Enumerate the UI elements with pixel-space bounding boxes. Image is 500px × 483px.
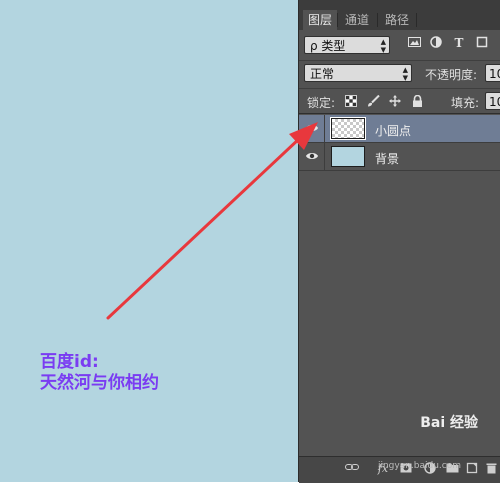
layer-name[interactable]: 小圆点 xyxy=(375,122,411,139)
layers-list[interactable]: 小圆点 背景 xyxy=(299,113,500,457)
link-layers-icon[interactable] xyxy=(345,462,359,476)
filter-kind-value: ρ 类型 xyxy=(310,39,346,53)
blend-mode-value: 正常 xyxy=(310,67,335,81)
adjustment-filter-icon[interactable] xyxy=(429,36,443,52)
layers-bottom-bar: fx jingyan.baidu.com xyxy=(299,456,500,483)
document-canvas[interactable]: 百度id: 天然河与你相约 xyxy=(0,0,298,482)
layers-panel: 图层 通道 路径 ρ 类型 ▲▼ T 正常 ▲▼ 不透明度: 10 锁定 xyxy=(298,0,500,483)
opacity-input[interactable]: 10 xyxy=(485,64,500,82)
layer-thumbnail xyxy=(330,117,366,140)
layer-row-background[interactable]: 背景 xyxy=(299,143,500,171)
opacity-label: 不透明度: xyxy=(425,68,478,82)
tab-channels[interactable]: 通道 xyxy=(340,10,374,30)
delete-layer-trash-icon[interactable] xyxy=(484,462,498,476)
image-filter-icon[interactable] xyxy=(407,36,421,52)
lock-label: 锁定: xyxy=(307,96,336,110)
baidu-watermark-url: jingyan.baidu.com xyxy=(377,461,461,471)
select-arrows-icon: ▲ ▼ xyxy=(402,66,408,82)
tab-layers[interactable]: 图层 xyxy=(303,10,337,30)
eye-icon xyxy=(306,125,318,131)
annotation-line-1: 百度id: xyxy=(40,352,99,372)
layer-thumbnail xyxy=(331,146,365,167)
lock-all-padlock-icon[interactable] xyxy=(412,94,424,107)
lock-transparent-pixels-icon[interactable] xyxy=(345,95,357,107)
panel-tab-bar: 图层 通道 路径 xyxy=(299,0,500,30)
baidu-watermark: Bai 经验 xyxy=(420,415,478,431)
new-layer-icon[interactable] xyxy=(465,462,479,476)
lock-position-move-icon[interactable] xyxy=(389,95,401,107)
blend-mode-row: 正常 ▲▼ 不透明度: 10 xyxy=(299,60,500,87)
lock-image-pixels-brush-icon[interactable] xyxy=(367,94,380,107)
tab-paths[interactable]: 路径 xyxy=(380,10,414,30)
fill-label: 填充: xyxy=(451,96,480,110)
fill-input[interactable]: 10 xyxy=(485,92,500,110)
layer-name[interactable]: 背景 xyxy=(375,150,399,167)
type-filter-icon[interactable]: T xyxy=(452,36,466,52)
select-arrows-icon: ▲ ▼ xyxy=(380,38,386,54)
layer-row-dot[interactable]: 小圆点 xyxy=(299,115,500,143)
canvas-annotation: 百度id: 天然河与你相约 xyxy=(40,352,159,394)
shape-filter-icon[interactable] xyxy=(475,36,489,52)
lock-row: 锁定: 填充: 10 xyxy=(299,88,500,113)
filter-kind-select[interactable]: ρ 类型 ▲ ▼ xyxy=(304,36,390,54)
blend-mode-select[interactable]: 正常 ▲ ▼ xyxy=(304,64,412,82)
annotation-line-2: 天然河与你相约 xyxy=(40,373,159,393)
layer-filter-row: ρ 类型 ▲ ▼ T xyxy=(299,32,500,58)
layer-visibility-toggle[interactable] xyxy=(299,143,325,170)
eye-icon xyxy=(306,153,318,159)
layer-visibility-toggle[interactable] xyxy=(299,115,325,142)
